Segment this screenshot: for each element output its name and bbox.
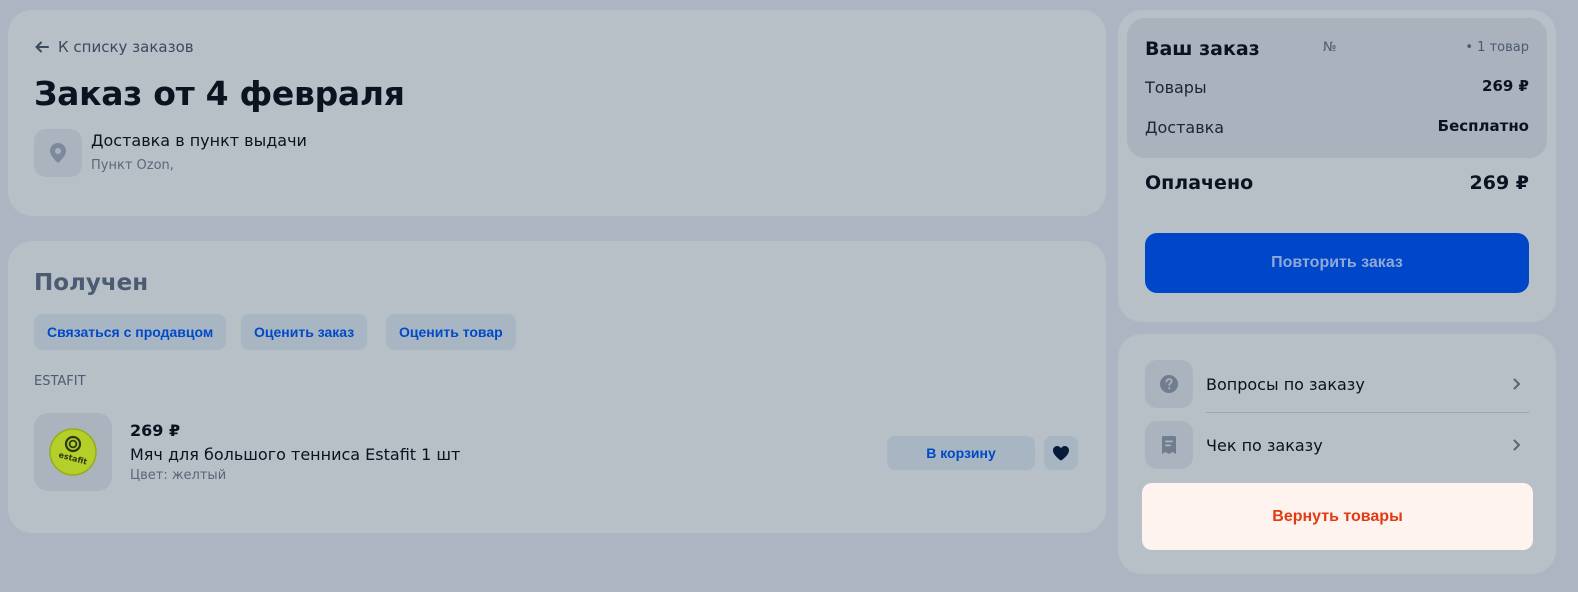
delivery-label: Доставка bbox=[1145, 118, 1225, 137]
back-to-orders-link[interactable]: К списку заказов bbox=[34, 38, 194, 56]
pickup-point: Пункт Ozon, bbox=[91, 158, 174, 173]
order-items-card bbox=[8, 241, 1106, 533]
order-status: Получен bbox=[34, 270, 149, 296]
heart-icon bbox=[1053, 446, 1069, 461]
add-to-cart-button[interactable]: В корзину bbox=[887, 436, 1035, 470]
summary-title: Ваш заказ bbox=[1145, 38, 1260, 60]
paid-label: Оплачено bbox=[1145, 172, 1254, 194]
contact-seller-button[interactable]: Связаться с продавцом bbox=[34, 314, 227, 350]
goods-value: 269 ₽ bbox=[1482, 77, 1529, 95]
product-color: Цвет: желтый bbox=[130, 468, 227, 483]
order-questions-row[interactable]: Вопросы по заказу bbox=[1145, 359, 1529, 409]
repeat-order-button[interactable]: Повторить заказ bbox=[1145, 233, 1529, 293]
rate-order-button[interactable]: Оценить заказ bbox=[241, 314, 368, 350]
chevron-right-icon bbox=[1513, 439, 1520, 451]
location-pin-icon bbox=[34, 129, 82, 177]
order-receipt-label: Чек по заказу bbox=[1206, 435, 1323, 455]
page-title: Заказ от 4 февраля bbox=[34, 74, 405, 113]
order-questions-label: Вопросы по заказу bbox=[1206, 374, 1365, 394]
back-link-label: К списку заказов bbox=[58, 38, 194, 56]
actions-divider bbox=[1206, 412, 1529, 413]
return-items-button[interactable]: Вернуть товары bbox=[1142, 483, 1533, 550]
rate-product-button[interactable]: Оценить товар bbox=[386, 314, 516, 350]
receipt-icon bbox=[1145, 421, 1193, 469]
goods-label: Товары bbox=[1145, 78, 1207, 97]
items-count: • 1 товар bbox=[1465, 40, 1529, 55]
product-image[interactable]: estafit bbox=[34, 413, 112, 491]
paid-value: 269 ₽ bbox=[1469, 172, 1530, 194]
product-price: 269 ₽ bbox=[130, 421, 181, 440]
arrow-left-icon bbox=[35, 41, 49, 53]
seller-name[interactable]: ESTAFIT bbox=[34, 374, 86, 389]
order-receipt-row[interactable]: Чек по заказу bbox=[1145, 420, 1529, 470]
question-icon bbox=[1145, 360, 1193, 408]
tennis-ball-icon: estafit bbox=[49, 428, 97, 476]
order-number-label: № bbox=[1323, 40, 1337, 55]
favorite-button[interactable] bbox=[1044, 436, 1078, 470]
delivery-type: Доставка в пункт выдачи bbox=[91, 131, 307, 150]
chevron-right-icon bbox=[1513, 378, 1520, 390]
delivery-value: Бесплатно bbox=[1437, 117, 1529, 135]
product-name[interactable]: Мяч для большого тенниса Estafit 1 шт bbox=[130, 445, 460, 464]
